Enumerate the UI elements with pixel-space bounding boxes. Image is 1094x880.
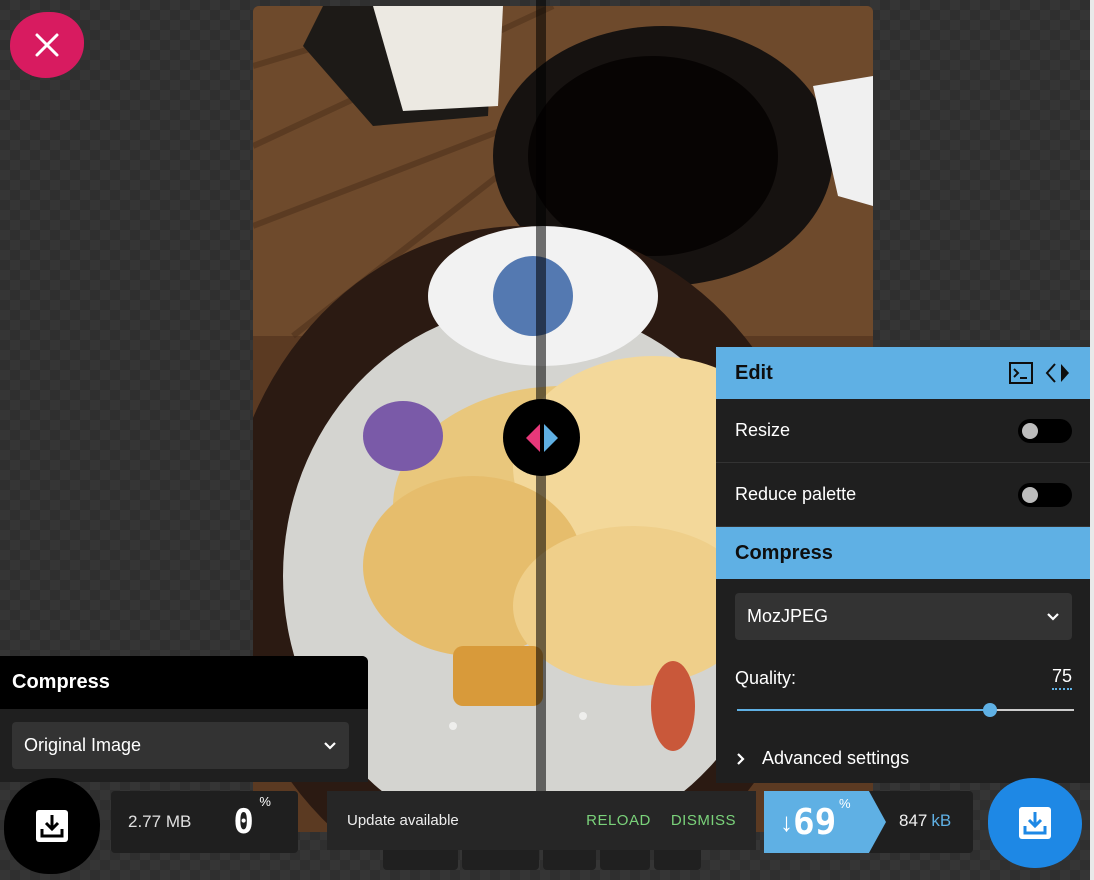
right-options-panel: Edit Resize Reduce palette Compress MozJ… bbox=[716, 347, 1090, 783]
compressed-size-value: 847 bbox=[899, 811, 928, 830]
window-edge bbox=[1090, 0, 1094, 880]
down-arrow-icon: ↓ bbox=[780, 806, 793, 837]
background-toggle-button[interactable] bbox=[653, 850, 701, 870]
chevron-down-icon bbox=[324, 741, 336, 750]
method-select-right[interactable]: MozJPEG bbox=[735, 593, 1072, 640]
quality-slider-fill bbox=[737, 709, 990, 711]
reload-button[interactable]: RELOAD bbox=[586, 812, 651, 829]
original-size: 2.77 MB bbox=[128, 812, 191, 832]
compressed-size-info: ↓ 69% 847 kB bbox=[764, 791, 973, 853]
quality-slider-thumb[interactable] bbox=[982, 703, 997, 717]
method-select-value: MozJPEG bbox=[747, 606, 829, 626]
original-size-unit: MB bbox=[165, 812, 192, 831]
arrow-right-icon bbox=[543, 423, 558, 452]
compressed-size: 847 kB bbox=[899, 811, 951, 831]
savings-percent-sign: % bbox=[839, 795, 851, 811]
savings-percent: 69% bbox=[793, 796, 851, 843]
compress-section-header: Compress bbox=[716, 527, 1090, 579]
resize-row: Resize bbox=[716, 399, 1090, 463]
zoom-in-button[interactable] bbox=[542, 850, 597, 870]
zoom-level-input[interactable] bbox=[462, 850, 539, 870]
compress-heading-right: Compress bbox=[735, 541, 833, 564]
resize-toggle[interactable] bbox=[1018, 418, 1072, 443]
left-compress-header: Compress bbox=[0, 656, 368, 709]
zoom-out-button[interactable] bbox=[383, 850, 458, 870]
method-select-left[interactable]: Original Image bbox=[12, 722, 349, 769]
close-button[interactable] bbox=[10, 12, 84, 78]
quality-slider[interactable] bbox=[737, 702, 1074, 718]
reduce-palette-row: Reduce palette bbox=[716, 463, 1090, 527]
zoom-toolbar bbox=[383, 850, 701, 870]
quality-row: Quality: 75 bbox=[735, 666, 1072, 690]
advanced-settings-toggle[interactable]: Advanced settings bbox=[736, 748, 1090, 769]
savings-badge: ↓ 69% bbox=[764, 791, 886, 853]
close-icon bbox=[35, 33, 59, 57]
update-toast: Update available RELOAD DISMISS bbox=[327, 791, 756, 850]
original-percent: 0% bbox=[233, 794, 271, 842]
quality-value-input[interactable]: 75 bbox=[1051, 666, 1072, 690]
original-size-info: 2.77 MB 0% bbox=[111, 791, 298, 853]
original-percent-sign: % bbox=[259, 794, 271, 809]
dismiss-button[interactable]: DISMISS bbox=[671, 812, 736, 829]
left-options-panel: Compress Original Image bbox=[0, 656, 368, 782]
edit-section-header: Edit bbox=[716, 347, 1090, 399]
terminal-icon[interactable] bbox=[1009, 362, 1033, 384]
reduce-palette-toggle[interactable] bbox=[1018, 482, 1072, 507]
quality-label: Quality: bbox=[735, 667, 797, 688]
toast-message: Update available bbox=[347, 812, 459, 829]
savings-percent-value: 69 bbox=[793, 801, 837, 843]
original-percent-value: 0 bbox=[233, 802, 254, 842]
resize-label: Resize bbox=[735, 420, 791, 440]
method-select-value-left: Original Image bbox=[24, 735, 142, 755]
download-icon bbox=[1019, 807, 1051, 839]
arrow-left-icon bbox=[525, 423, 540, 452]
download-icon bbox=[36, 810, 68, 842]
original-size-value: 2.77 bbox=[128, 812, 162, 831]
download-compressed-button[interactable] bbox=[988, 778, 1082, 868]
reduce-palette-label: Reduce palette bbox=[735, 484, 857, 504]
rotate-button[interactable] bbox=[600, 850, 650, 870]
chevron-down-icon bbox=[1047, 612, 1059, 621]
edit-heading: Edit bbox=[735, 361, 773, 384]
copy-settings-across-icon[interactable] bbox=[1045, 362, 1071, 384]
compress-heading-left: Compress bbox=[12, 671, 110, 693]
advanced-settings-label: Advanced settings bbox=[762, 748, 910, 768]
compressed-size-unit: kB bbox=[931, 811, 952, 830]
download-original-button[interactable] bbox=[4, 778, 100, 874]
compare-handle[interactable] bbox=[503, 399, 580, 476]
chevron-right-icon bbox=[737, 752, 745, 765]
